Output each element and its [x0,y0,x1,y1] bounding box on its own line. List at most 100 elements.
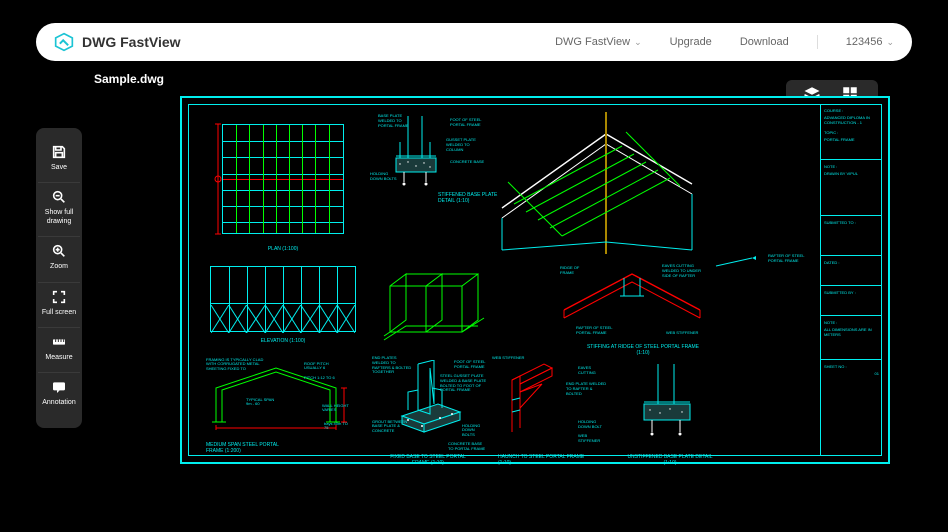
note-web-stiffener: WEB STIFFENER [666,331,704,336]
save-label: Save [51,164,67,172]
tb-submittedby: SUBMITTED BY : [824,290,879,295]
note-steelgusset: STEEL GUSSET PLATE WELDED & BASE PLATE B… [440,374,488,393]
header-fastview-label: DWG FastView [555,36,630,48]
tb-note2-hdr: NOTE : [824,320,879,325]
zoom-button[interactable]: Zoom [38,237,80,282]
save-button[interactable]: Save [38,138,80,183]
note-grout: GROUT BETWEEN BASE PLATE & CONCRETE [372,420,412,434]
tb-sheet-hdr: SHEET NO : [824,364,879,369]
annotation-icon [51,379,67,395]
elevation-box [210,266,356,332]
note-cladding: FRAMING IS TYPICALLY CLAD WITH CORRUGATE… [206,358,266,371]
plan-dim-left [210,112,222,242]
portal-caption: MEDIUM SPAN STEEL PORTAL FRAME (1:200) [206,442,296,454]
fullscreen-button[interactable]: Full screen [38,283,80,328]
title-block: COURSE : ADVANCED DIPLOMA IN CONSTRUCTIO… [820,104,882,456]
tb-sheet-val: 01 [824,371,879,376]
iso-framing-detail [496,112,702,254]
tb-note-hdr: NOTE : [824,164,879,169]
note-webst3: WEB STIFFENER [578,434,608,444]
note-eavescut: EAVES CUTTING [578,366,608,376]
fixed-base-detail: END PLATES WELDED TO RAFTERS & BOLTED TO… [378,360,484,456]
tb-course-hdr: COURSE : [824,108,879,113]
tb-topic-val: PORTAL FRAME [824,137,879,142]
note-rafter: RAFTER OF STEEL PORTAL FRAME [768,254,812,264]
note-foot-steel: FOOT OF STEEL PORTAL FRAME [450,118,488,128]
note-gusset: GUSSET PLATE WELDED TO COLUMN [446,138,488,152]
header-fastview-dropdown[interactable]: DWG FastView ⌄ [555,36,642,48]
header-divider [817,35,818,49]
fixedbase-caption: FIXED BASE TO STEEL PORTAL FRAME (1:10) [388,454,468,466]
haunch-caption: HAUNCH TO STEEL PORTAL FRAME (1:10) [498,454,588,466]
note-pitch: ROOF PITCH USUALLY 6 [304,362,338,371]
elevation-bracing [211,305,355,333]
stiffbase-caption: STIFFENED BASE PLATE DETAIL (1:10) [438,192,498,204]
plan-detail: PLAN (1:100) [210,112,356,242]
note-rafter-steel: RAFTER OF STEEL PORTAL FRAME [576,326,620,336]
ridge-detail: RIDGE OF FRAME EAVES CUTTING WELDED TO U… [560,262,706,350]
note-pitch2: PITCH 1:12 TO 6 [304,376,338,380]
save-icon [51,144,67,160]
header-download-label: Download [740,36,789,48]
iso-framing-svg [496,112,702,254]
portal-frame-detail: FRAMING IS TYPICALLY CLAD WITH CORRUGATE… [206,360,352,446]
unstiffened-base-detail: UNSTIFFENED BASE PLATE DETAIL (1:10) [626,360,714,456]
web-stiffener-detail [378,266,490,348]
note-webst2: WEB STIFFENER [492,356,528,361]
measure-icon [51,334,67,350]
note-wallheight: WALL HEIGHT VARIES [322,404,350,413]
filename-label: Sample.dwg [94,72,164,86]
header-download-link[interactable]: Download [740,36,789,48]
note-hd2: HOLDING DOWN BOLT [578,420,608,430]
tb-note-val: DRAWN BY VIPUL [824,171,879,176]
sidebar: Save Show full drawing Zoom Full screen … [36,128,82,428]
note-bay: bays 40m TO 75 [324,422,352,431]
logo-icon [54,32,74,52]
fullscreen-label: Full screen [42,309,76,317]
showfull-button[interactable]: Show full drawing [38,183,80,237]
top-bar: DWG FastView DWG FastView ⌄ Upgrade Down… [36,23,912,61]
plan-caption: PLAN (1:100) [210,246,356,252]
measure-label: Measure [45,354,72,362]
zoom-label: Zoom [50,263,68,271]
tb-dated: DATED : [824,260,879,265]
note-span: TYPICAL SPAN 9m - 60 [246,398,280,407]
note-endplates: END PLATES WELDED TO RAFTERS & BOLTED TO… [372,356,414,375]
tb-note2-val: ALL DIMENSIONS ARE IN METERS [824,327,879,337]
chevron-down-icon: ⌄ [634,37,642,48]
web-stiffener-svg [378,266,490,348]
fullscreen-icon [51,289,67,305]
stiffened-base-detail: BASE PLATE WELDED TO PORTAL FRAME FOOT O… [378,112,488,200]
plan-grid [222,124,344,234]
rafter-label-detail: RAFTER OF STEEL PORTAL FRAME [712,254,812,278]
note-ridge: RIDGE OF FRAME [560,266,590,276]
header-user-dropdown[interactable]: 123456 ⌄ [846,36,894,48]
measure-button[interactable]: Measure [38,328,80,373]
header-right: DWG FastView ⌄ Upgrade Download 123456 ⌄ [555,35,894,49]
elevation-detail: ELEVATION (1:100) [210,266,356,342]
ridge-caption: STIFFING AT RIDGE OF STEEL PORTAL FRAME … [580,344,706,356]
drawing-canvas[interactable]: COURSE : ADVANCED DIPLOMA IN CONSTRUCTIO… [180,96,890,464]
unstiff-caption: UNSTIFFENED BASE PLATE DETAIL (1:10) [626,454,714,466]
note-concrete2: CONCRETE BASE TO PORTAL FRAME [448,442,488,452]
note-holding-down: HOLDING DOWN BOLTS [370,172,400,182]
tb-topic-hdr: TOPIC : [824,130,879,135]
note-concrete-base: CONCRETE BASE [450,160,488,165]
zoom-icon [51,243,67,259]
note-endplatebolt: END PLATE WELDED TO RAFTER & BOLTED [566,382,608,396]
header-user-id: 123456 [846,36,883,48]
annotation-label: Annotation [42,399,75,407]
note-eaves-web: EAVES CUTTING WELDED TO UNDER SIDE OF RA… [662,264,706,278]
header-upgrade-label: Upgrade [670,36,712,48]
chevron-down-icon: ⌄ [886,37,894,48]
logo: DWG FastView [54,32,181,52]
note-baseplate-weld: BASE PLATE WELDED TO PORTAL FRAME [378,114,418,128]
elevation-caption: ELEVATION (1:100) [210,338,356,344]
fit-icon [51,189,67,205]
app-title: DWG FastView [82,34,181,50]
header-upgrade-link[interactable]: Upgrade [670,36,712,48]
showfull-label: Show full drawing [38,209,80,226]
tb-course-val: ADVANCED DIPLOMA IN CONSTRUCTION - 1 [824,115,879,125]
unstiffened-svg [626,360,714,438]
annotation-button[interactable]: Annotation [38,373,80,417]
